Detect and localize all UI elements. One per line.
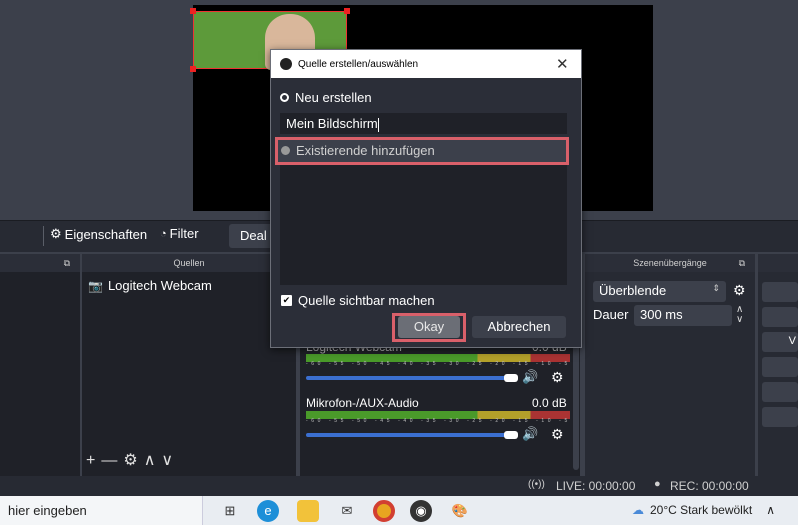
control-button[interactable] xyxy=(762,357,798,377)
sources-footer-controls: +—⚙∧∨ xyxy=(86,450,179,470)
taskbar-search[interactable]: hier eingeben xyxy=(0,496,203,525)
control-button[interactable] xyxy=(762,282,798,302)
sources-dock-header: Quellen xyxy=(82,254,296,272)
file-explorer-icon[interactable] xyxy=(297,500,319,522)
task-view-icon[interactable]: ⊞ xyxy=(219,500,241,522)
highlight-box xyxy=(275,137,569,165)
control-button[interactable] xyxy=(762,382,798,402)
scenes-dock-header: ⧉ xyxy=(0,254,80,272)
chrome-icon[interactable] xyxy=(373,500,395,522)
radio-icon xyxy=(280,93,289,102)
checkmark-icon: ✔ xyxy=(281,295,292,306)
properties-button[interactable]: ⚙ Eigenschaften xyxy=(50,226,147,242)
speaker-icon[interactable]: 🔊 xyxy=(522,369,538,385)
meter-ticks: -60 -55 -50 -45 -40 -35 -30 -25 -20 -15 … xyxy=(306,418,583,424)
text-cursor xyxy=(377,117,379,132)
close-icon[interactable]: ✕ xyxy=(556,55,569,73)
live-status: LIVE: 00:00:00 xyxy=(556,479,636,493)
transition-select[interactable]: Überblende ⇕ xyxy=(593,281,726,302)
sources-list[interactable] xyxy=(82,272,296,476)
new-source-radio[interactable]: Neu erstellen xyxy=(280,90,372,105)
chevron-updown-icon: ⇕ xyxy=(712,283,720,293)
dock-float-icon[interactable]: ⧉ xyxy=(739,254,745,272)
down-arrow-icon[interactable]: ∨ xyxy=(161,452,179,469)
speaker-icon[interactable]: 🔊 xyxy=(522,426,538,442)
gear-icon[interactable]: ⚙ xyxy=(551,369,564,386)
gear-icon[interactable]: ⚙ xyxy=(123,452,143,469)
source-item-webcam[interactable]: 📷 Logitech Webcam xyxy=(88,278,212,293)
up-arrow-icon[interactable]: ∧ xyxy=(144,452,162,469)
gear-icon[interactable]: ⚙ xyxy=(551,426,564,443)
remove-icon[interactable]: — xyxy=(101,452,123,469)
obs-icon xyxy=(280,58,292,70)
duration-spinner[interactable]: ∧ ∨ xyxy=(736,305,743,325)
live-icon: ((•)) xyxy=(528,479,545,490)
control-button[interactable] xyxy=(762,407,798,427)
toolbar-divider xyxy=(43,226,44,246)
scenes-list[interactable] xyxy=(0,272,80,476)
transitions-dock-header: Szenenübergänge ⧉ xyxy=(585,254,755,272)
volume-slider[interactable] xyxy=(306,433,506,437)
rec-status: REC: 00:00:00 xyxy=(670,479,749,493)
duration-label: Dauer xyxy=(593,307,629,322)
mail-icon[interactable]: ✉ xyxy=(336,500,358,522)
camera-icon: 📷 xyxy=(88,278,103,293)
resize-handle[interactable] xyxy=(344,8,350,14)
volume-slider-knob[interactable] xyxy=(504,374,518,382)
dock-float-icon[interactable]: ⧉ xyxy=(64,254,70,272)
dialog-titlebar: Quelle erstellen/auswählen xyxy=(271,50,581,78)
cancel-button[interactable]: Abbrechen xyxy=(472,316,566,338)
edge-icon[interactable]: e xyxy=(257,500,279,522)
resize-handle[interactable] xyxy=(190,8,196,14)
transitions-panel xyxy=(585,272,755,476)
cloud-icon: ☁ xyxy=(632,503,644,517)
mixer-channel-label: Mikrofon-/AUX-Audio xyxy=(306,396,419,410)
paint-icon[interactable]: 🎨 xyxy=(449,500,471,522)
resize-handle[interactable] xyxy=(190,66,196,72)
gear-icon[interactable]: ⚙ xyxy=(733,282,746,299)
gear-icon: ⚙ xyxy=(50,226,62,241)
status-bar: ((•)) LIVE: 00:00:00 ● REC: 00:00:00 xyxy=(0,476,798,496)
control-button[interactable] xyxy=(762,307,798,327)
duration-input[interactable]: 300 ms xyxy=(634,305,732,326)
visible-checkbox[interactable]: ✔ Quelle sichtbar machen xyxy=(281,293,435,308)
chevron-up-icon[interactable]: ∧ xyxy=(766,503,775,517)
existing-sources-list[interactable] xyxy=(280,165,567,285)
rec-dot-icon: ● xyxy=(654,478,661,490)
obs-icon[interactable]: ◉ xyxy=(410,500,432,522)
highlight-box xyxy=(392,313,466,342)
deactivate-button[interactable]: Deal xyxy=(229,224,274,248)
filter-icon: ◔ xyxy=(160,227,167,240)
mixer-channel-db: 0.0 dB xyxy=(532,396,567,410)
add-icon[interactable]: + xyxy=(86,452,101,469)
control-button[interactable]: V xyxy=(762,332,798,352)
meter-ticks: -60 -55 -50 -45 -40 -35 -30 -25 -20 -15 … xyxy=(306,361,583,367)
weather-widget[interactable]: ☁ 20°C Stark bewölkt ∧ xyxy=(632,503,775,517)
filter-button[interactable]: ◔ Filter xyxy=(160,226,199,241)
source-name-input[interactable]: Mein Bildschirm xyxy=(280,113,567,134)
volume-slider[interactable] xyxy=(306,376,506,380)
controls-dock-header xyxy=(758,254,798,272)
volume-slider-knob[interactable] xyxy=(504,431,518,439)
